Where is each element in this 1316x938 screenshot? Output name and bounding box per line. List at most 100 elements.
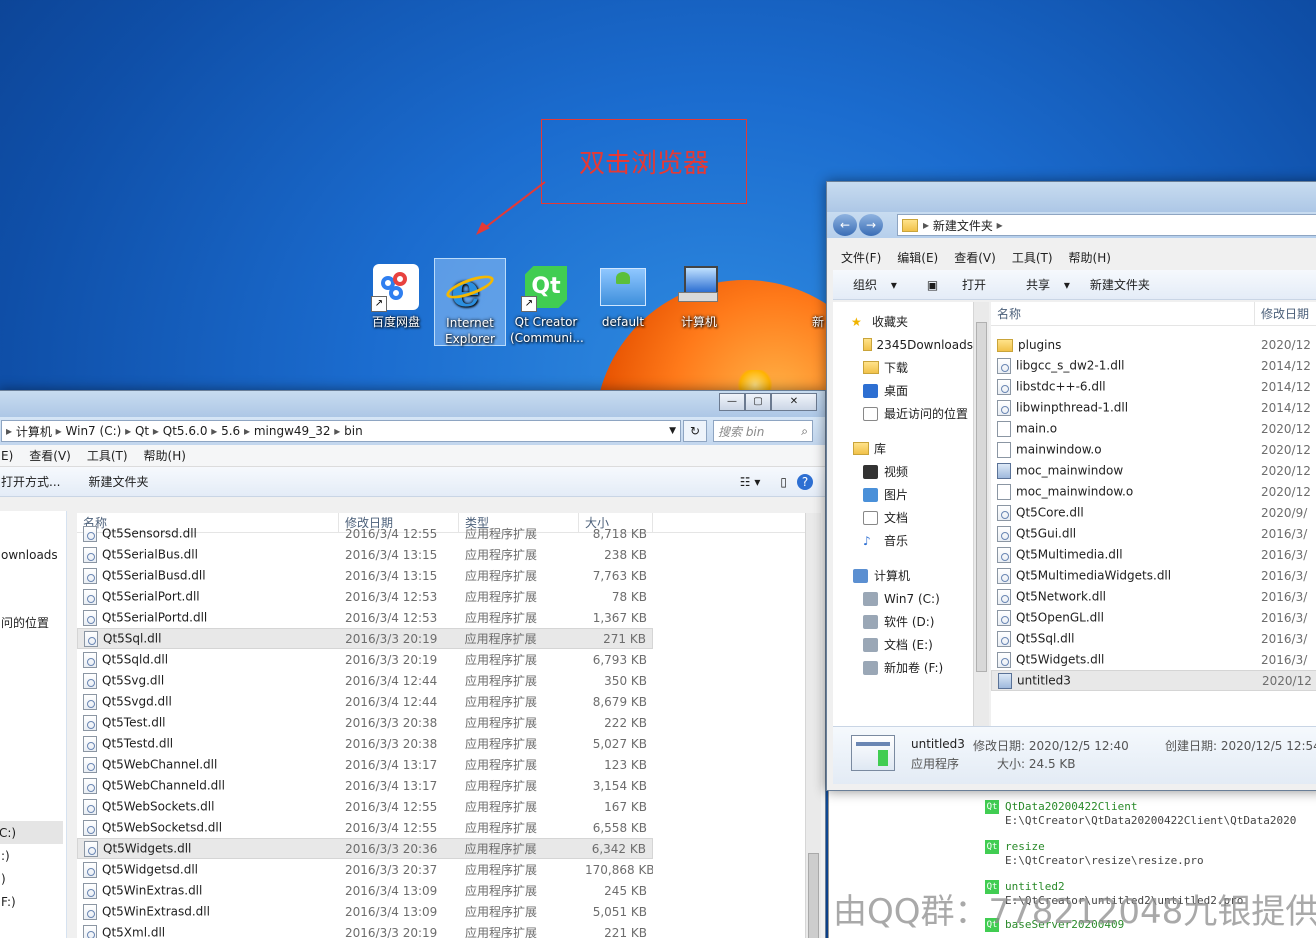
menu-item-help[interactable]: 帮助(H)	[136, 447, 194, 464]
forward-button[interactable]: →	[859, 214, 883, 236]
table-row[interactable]: Qt5Sql.dll 2016/3/3 20:19 应用程序扩展 271 KB	[77, 628, 653, 649]
nav-item-drive-c[interactable]: Win7 (C:)	[833, 587, 973, 610]
table-row[interactable]: Qt5Widgetsd.dll 2016/3/3 20:37 应用程序扩展 170,8…	[77, 859, 653, 880]
left-titlebar[interactable]: — ▢ ✕	[0, 391, 825, 417]
table-row[interactable]: moc_mainwindow.o 2020/12	[991, 481, 1316, 502]
project-item[interactable]: Qt QtData20200422Client E:\QtCreator\QtDa…	[985, 800, 1296, 827]
right-titlebar[interactable]	[827, 182, 1316, 212]
table-row[interactable]: Qt5SerialBusd.dll 2016/3/4 13:15 应用程序扩展 7,7…	[77, 565, 653, 586]
new-folder-button[interactable]: 新建文件夹	[70, 473, 158, 490]
left-scroll-thumb[interactable]	[808, 853, 819, 938]
table-row[interactable]: untitled3 2020/12	[991, 670, 1316, 691]
table-row[interactable]: Qt5Sql.dll 2016/3/	[991, 628, 1316, 649]
menu-item-view[interactable]: 查看(V)	[946, 249, 1004, 266]
nav-item-recent[interactable]: 问的位置	[1, 611, 49, 634]
table-row[interactable]: Qt5Test.dll 2016/3/3 20:38 应用程序扩展 222 KB	[77, 712, 653, 733]
menu-item-file[interactable]: 文件(F)	[833, 249, 889, 266]
nav-item-desktop[interactable]: 桌面	[833, 379, 973, 402]
table-row[interactable]: Qt5WinExtrasd.dll 2016/3/4 13:09 应用程序扩展 5,0…	[77, 901, 653, 922]
table-row[interactable]: moc_mainwindow 2020/12	[991, 460, 1316, 481]
nav-item-drive-d[interactable]: 软件 (D:)	[833, 610, 973, 633]
nav-favorites[interactable]: ★ 收藏夹	[833, 310, 973, 333]
desktop-icon-qt-creator[interactable]: Qt ↗ Qt Creator (Communi...	[510, 258, 584, 346]
table-row[interactable]: Qt5SerialPortd.dll 2016/3/4 12:53 应用程序扩展 1,…	[77, 607, 653, 628]
table-row[interactable]: libwinpthread-1.dll 2014/12	[991, 397, 1316, 418]
desktop-icon-default[interactable]: default	[587, 258, 659, 330]
table-row[interactable]: Qt5WebSockets.dll 2016/3/4 12:55 应用程序扩展 167…	[77, 796, 653, 817]
left-address-bar[interactable]: ▸ 计算机 ▸ Win7 (C:) ▸ Qt ▸ Qt5.6.0 ▸ 5.6 ▸…	[1, 420, 681, 442]
desktop-icon-computer[interactable]: 计算机	[663, 258, 735, 330]
nav-item-2345downloads[interactable]: 2345Downloads	[833, 333, 973, 356]
nav-item-pictures[interactable]: 图片	[833, 483, 973, 506]
nav-item-downloads[interactable]: 下载	[833, 356, 973, 379]
table-row[interactable]: plugins 2020/12	[991, 334, 1316, 355]
nav-item-drive-d[interactable]: :)	[1, 844, 10, 867]
table-row[interactable]: Qt5Sqld.dll 2016/3/3 20:19 应用程序扩展 6,793 KB	[77, 649, 653, 670]
table-row[interactable]: Qt5Svgd.dll 2016/3/4 12:44 应用程序扩展 8,679 KB	[77, 691, 653, 712]
table-row[interactable]: Qt5SerialBus.dll 2016/3/4 13:15 应用程序扩展 238 …	[77, 544, 653, 565]
table-row[interactable]: Qt5Xml.dll 2016/3/3 20:19 应用程序扩展 221 KB	[77, 922, 653, 938]
open-with-button[interactable]: 打开方式...	[0, 473, 70, 490]
col-date[interactable]: 修改日期	[1255, 302, 1316, 325]
desktop-icon-partial[interactable]: 新	[808, 258, 828, 330]
table-row[interactable]: mainwindow.o 2020/12	[991, 439, 1316, 460]
breadcrumb-item[interactable]: mingw49_32	[254, 424, 331, 438]
search-icon[interactable]: ⌕	[801, 424, 808, 439]
right-nav-scrollbar[interactable]	[973, 302, 989, 726]
breadcrumb-item[interactable]: 新建文件夹	[933, 217, 993, 234]
left-explorer-window[interactable]: — ▢ ✕ ▸ 计算机 ▸ Win7 (C:) ▸ Qt ▸ Qt5.6.0 ▸…	[0, 390, 826, 938]
back-button[interactable]: ←	[833, 214, 857, 236]
menu-item-edit[interactable]: E)	[0, 449, 21, 463]
table-row[interactable]: Qt5WinExtras.dll 2016/3/4 13:09 应用程序扩展 245 …	[77, 880, 653, 901]
nav-item-music[interactable]: ♪ 音乐	[833, 529, 973, 552]
table-row[interactable]: libgcc_s_dw2-1.dll 2014/12	[991, 355, 1316, 376]
table-row[interactable]: Qt5Multimedia.dll 2016/3/	[991, 544, 1316, 565]
table-row[interactable]: Qt5Gui.dll 2016/3/	[991, 523, 1316, 544]
breadcrumb-item[interactable]: Win7 (C:)	[66, 424, 122, 438]
dropdown-arrow-icon[interactable]: ▼	[669, 426, 676, 436]
share-button[interactable]: 共享 ▾	[1006, 276, 1080, 293]
nav-item-drive-e[interactable]: 文档 (E:)	[833, 633, 973, 656]
new-folder-button[interactable]: 新建文件夹	[1080, 276, 1160, 293]
menu-item-help[interactable]: 帮助(H)	[1061, 249, 1119, 266]
breadcrumb-item[interactable]: Qt5.6.0	[163, 424, 208, 438]
table-row[interactable]: Qt5Core.dll 2020/9/	[991, 502, 1316, 523]
col-name[interactable]: 名称	[991, 302, 1255, 325]
organize-button[interactable]: 组织 ▾	[833, 276, 907, 293]
preview-pane-icon[interactable]: ▯	[770, 475, 797, 489]
menu-item-view[interactable]: 查看(V)	[21, 447, 79, 464]
table-row[interactable]: Qt5Svg.dll 2016/3/4 12:44 应用程序扩展 350 KB	[77, 670, 653, 691]
right-explorer-window[interactable]: ← → ▸ 新建文件夹 ▸ 文件(F) 编辑(E) 查看(V) 工具(T) 帮助…	[826, 181, 1316, 791]
menu-item-tools[interactable]: 工具(T)	[79, 447, 136, 464]
nav-item-recent[interactable]: 最近访问的位置	[833, 402, 973, 425]
view-options-icon[interactable]: ☷ ▾	[730, 475, 771, 489]
minimize-button[interactable]: —	[719, 393, 745, 411]
nav-libraries[interactable]: 库	[833, 437, 973, 460]
table-row[interactable]: Qt5MultimediaWidgets.dll 2016/3/	[991, 565, 1316, 586]
nav-computer[interactable]: 计算机	[833, 564, 973, 587]
left-scrollbar[interactable]	[805, 513, 821, 938]
help-icon[interactable]: ?	[797, 473, 813, 490]
nav-item-drive-f[interactable]: 新加卷 (F:)	[833, 656, 973, 679]
table-row[interactable]: Qt5Sensorsd.dll 2016/3/4 12:55 应用程序扩展 8,718…	[77, 523, 653, 544]
menu-item-tools[interactable]: 工具(T)	[1004, 249, 1061, 266]
table-row[interactable]: Qt5OpenGL.dll 2016/3/	[991, 607, 1316, 628]
left-search-input[interactable]: 搜索 bin ⌕	[713, 420, 813, 442]
table-row[interactable]: Qt5Widgets.dll 2016/3/	[991, 649, 1316, 670]
open-button[interactable]: ▣ 打开	[907, 276, 1006, 293]
breadcrumb-item[interactable]: 5.6	[221, 424, 240, 438]
close-button[interactable]: ✕	[771, 393, 817, 411]
desktop-icon-baidu[interactable]: ↗ 百度网盘	[360, 258, 432, 330]
nav-scroll-thumb[interactable]	[976, 322, 987, 672]
table-row[interactable]: Qt5WebChanneld.dll 2016/3/4 13:17 应用程序扩展 3,…	[77, 775, 653, 796]
nav-item-documents[interactable]: 文档	[833, 506, 973, 529]
project-item[interactable]: Qt resize E:\QtCreator\resize\resize.pro	[985, 840, 1204, 867]
maximize-button[interactable]: ▢	[745, 393, 771, 411]
desktop-icon-internet-explorer[interactable]: e Internet Explorer	[434, 258, 506, 346]
table-row[interactable]: Qt5WebSocketsd.dll 2016/3/4 12:55 应用程序扩展 6,…	[77, 817, 653, 838]
table-row[interactable]: Qt5Widgets.dll 2016/3/3 20:36 应用程序扩展 6,342 …	[77, 838, 653, 859]
breadcrumb-item[interactable]: 计算机	[16, 423, 52, 440]
nav-item-drive-e[interactable]: )	[1, 867, 6, 890]
table-row[interactable]: Qt5Network.dll 2016/3/	[991, 586, 1316, 607]
nav-item-videos[interactable]: 视频	[833, 460, 973, 483]
